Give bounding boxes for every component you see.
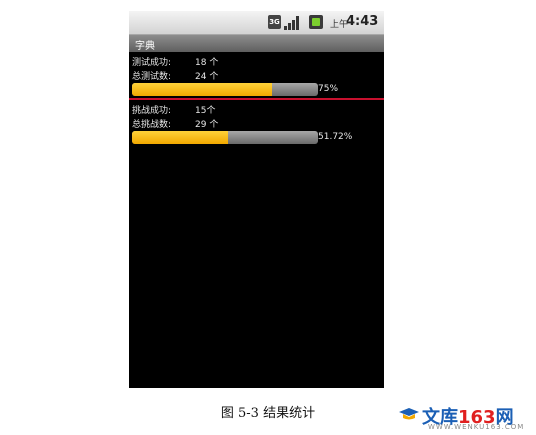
watermark-logo: 文库163网 WWW.WENKU163.COM [398,403,526,433]
test-percent: 75% [318,84,339,94]
phone-screen: 3G 上午 4:43 字典 测试成功: 18 个 总测试数: 24 个 75% … [129,11,384,388]
graduation-cap-icon [399,408,419,420]
battery-icon [309,15,323,29]
network-3g-icon: 3G [268,15,281,29]
challenge-total-label: 总挑战数: [132,120,172,130]
status-time: 4:43 [346,14,379,29]
signal-strength-icon [284,15,301,30]
app-title: 字典 [135,41,155,52]
section-divider [129,98,384,100]
challenge-progress-fill [132,131,229,144]
title-bar: 字典 [129,35,384,52]
test-progress-bar [132,83,318,96]
test-total-label: 总测试数: [132,72,172,82]
test-success-label: 测试成功: [132,58,172,68]
challenge-success-label: 挑战成功: [132,106,172,116]
challenge-success-value: 15个 [195,106,216,116]
status-bar: 3G 上午 4:43 [129,11,384,35]
watermark-url: WWW.WENKU163.COM [428,423,525,431]
test-progress-fill [132,83,272,96]
test-total-value: 24 个 [195,72,219,82]
challenge-progress-bar [132,131,318,144]
challenge-percent: 51.72% [318,132,353,142]
challenge-total-value: 29 个 [195,120,219,130]
test-success-value: 18 个 [195,58,219,68]
